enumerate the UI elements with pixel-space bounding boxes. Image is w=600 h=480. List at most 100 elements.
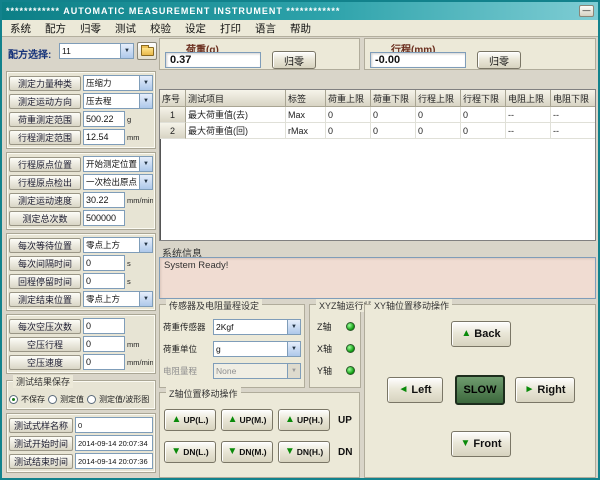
z-button-label: UP(H.) [296,415,323,425]
result-row: 测试开始时间 [9,434,153,452]
setting-select[interactable]: 开始测定位置 ▼ [83,156,153,172]
setting-input[interactable] [83,354,125,370]
settings-panel: 测定力量种类压缩力 ▼ 测定运动方向压去程 ▼ 荷重测定范围 g 行程测定范围 mm 行程原点位… [6,71,156,473]
sensor-settings-title: 传感器及电阻量程设定 [166,299,263,312]
table-row[interactable]: 2 最大荷重值(回) rMax 0 0 0 0 -- -- [160,123,595,139]
setting-input[interactable] [83,336,125,352]
result-input[interactable] [75,417,153,433]
save-option-radio-2[interactable] [87,394,96,404]
recipe-select[interactable]: 11 ▼ [59,43,134,59]
menu-item-1[interactable]: 配方 [45,21,66,36]
setting-label: 测定力量种类 [9,75,81,91]
result-input[interactable] [75,453,153,469]
axis-status-led [346,322,355,331]
sensor-select-0[interactable]: 2Kgf ▼ [213,319,301,335]
setting-row: 荷重测定范围 g [9,110,153,128]
menu-item-5[interactable]: 设定 [185,21,206,36]
table-cell: -- [506,123,551,139]
setting-row: 回程停留时间 s [9,272,153,290]
table-cell: Max [286,107,326,123]
save-option-radio-1[interactable] [48,394,57,404]
menu-item-7[interactable]: 语言 [255,21,276,36]
setting-label: 每次等待位置 [9,237,81,253]
combo-value: g [216,344,221,354]
results-table: 序号 测试项目 标签 荷重上限 荷重下限 行程上限 行程下限 电阻上限 电阻下限 1 最大荷重值(去… [159,89,596,241]
save-option-label: 不保存 [21,394,45,404]
slow-button-label: SLOW [463,384,497,396]
setting-row: 每次间隔时间 s [9,254,153,272]
setting-label: 行程测定范围 [9,129,81,145]
setting-input[interactable] [83,192,125,208]
z-button-label: DN(M.) [239,447,267,457]
stroke-zero-button[interactable]: 归零 [477,51,521,69]
setting-label: 测定运动方向 [9,93,81,109]
setting-input[interactable] [83,111,125,127]
menu-item-3[interactable]: 测试 [115,21,136,36]
chevron-down-icon: ▼ [120,44,133,58]
z-dn-row: ▼ DN(L.) ▼ DN(M.) ▼ DN(H.) DN [164,441,352,463]
table-header-cell: 行程下限 [461,90,506,107]
arrow-down-icon: ▼ [284,446,295,457]
load-zero-button[interactable]: 归零 [272,51,316,69]
setting-select[interactable]: 一次检出原点 ▼ [83,174,153,190]
setting-input[interactable] [83,210,125,226]
menu-item-2[interactable]: 归零 [80,21,101,36]
z-dn-button-1[interactable]: ▼ DN(M.) [221,441,273,463]
setting-unit: mm/min [127,357,153,367]
recipe-select-value: 11 [62,46,71,56]
front-button[interactable]: ▼ Front [451,431,511,457]
chevron-down-icon: ▼ [139,94,152,108]
table-cell: -- [551,123,595,139]
setting-label: 行程原点位置 [9,156,81,172]
setting-select[interactable]: 零点上方 ▼ [83,237,153,253]
load-value-display: 0.37 [165,52,261,68]
table-header-cell: 测试项目 [186,90,286,107]
setting-row: 测定运动速度 mm/min [9,191,153,209]
table-cell: rMax [286,123,326,139]
setting-input[interactable] [83,318,125,334]
result-label: 测试开始时间 [9,435,73,451]
setting-row: 测定总次数 [9,209,153,227]
save-option-radio-0[interactable] [9,394,18,404]
z-button-label: DN(H.) [296,447,324,457]
setting-input[interactable] [83,273,125,289]
menu-item-8[interactable]: 帮助 [290,21,311,36]
setting-unit: mm [127,132,140,142]
z-up-button-2[interactable]: ▲ UP(H.) [278,409,330,431]
z-dn-button-2[interactable]: ▼ DN(H.) [278,441,330,463]
save-option-label: 测定值 [60,394,84,404]
chevron-down-icon: ▼ [139,175,152,189]
right-button[interactable]: ► Right [515,377,575,403]
setting-label: 测定运动速度 [9,192,81,208]
setting-input[interactable] [83,129,125,145]
axis-label: Y轴 [317,366,333,376]
setting-select[interactable]: 压去程 ▼ [83,93,153,109]
z-up-button-0[interactable]: ▲ UP(L.) [164,409,216,431]
left-button[interactable]: ◄ Left [387,377,443,403]
setting-input[interactable] [83,255,125,271]
menu-item-4[interactable]: 校验 [150,21,171,36]
chevron-down-icon: ▼ [287,364,300,378]
setting-row: 空压行程 mm [9,335,153,353]
minimize-button[interactable]: — [579,5,594,17]
setting-select[interactable]: 压缩力 ▼ [83,75,153,91]
table-header-row: 序号 测试项目 标签 荷重上限 荷重下限 行程上限 行程下限 电阻上限 电阻下限 [160,90,595,107]
menu-item-6[interactable]: 打印 [220,21,241,36]
table-row[interactable]: 1 最大荷重值(去) Max 0 0 0 0 -- -- [160,107,595,123]
system-info-box[interactable]: System Ready! [159,257,596,299]
z-dn-button-0[interactable]: ▼ DN(L.) [164,441,216,463]
open-recipe-button[interactable] [137,42,157,60]
main-content: 配方选择: 11 ▼ 荷重(g) 0.37 归零 行程(mm) -0.00 归零… [2,37,598,478]
slow-button[interactable]: SLOW [455,375,505,405]
table-header-cell: 荷重上限 [326,90,371,107]
setting-label: 行程原点检出 [9,174,81,190]
result-input[interactable] [75,435,153,451]
sensor-select-1[interactable]: g ▼ [213,341,301,357]
left-button-label: Left [411,384,432,396]
sensor-row-label: 电阻量程 [163,366,198,376]
setting-select[interactable]: 零点上方 ▼ [83,291,153,307]
arrow-up-icon: ▲ [461,328,472,339]
z-up-button-1[interactable]: ▲ UP(M.) [221,409,273,431]
back-button[interactable]: ▲ Back [451,321,511,347]
menu-item-0[interactable]: 系统 [10,21,31,36]
